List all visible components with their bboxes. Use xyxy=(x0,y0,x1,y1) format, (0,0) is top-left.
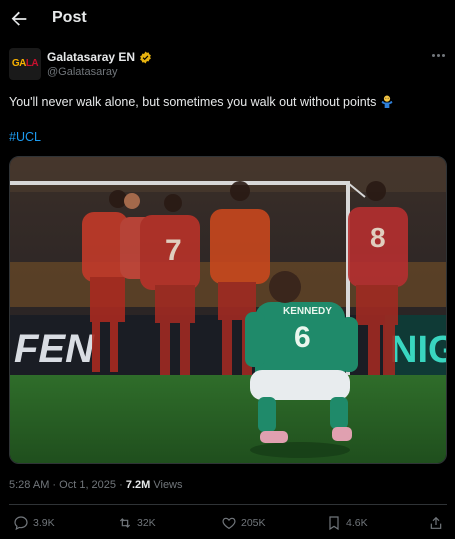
views-label: Views xyxy=(153,479,183,491)
like-count: 205K xyxy=(241,517,266,529)
avatar[interactable]: GALA xyxy=(9,48,41,80)
page-title: Post xyxy=(52,9,87,26)
share-icon xyxy=(430,516,442,529)
author-handle[interactable]: @Galatasaray xyxy=(47,66,117,78)
like-button[interactable]: 205K xyxy=(221,512,266,534)
repost-button[interactable]: 32K xyxy=(117,512,156,534)
views-count: 7.2M xyxy=(125,479,151,491)
back-arrow-icon[interactable] xyxy=(8,8,30,30)
tweet-text-body: You'll never walk alone, but sometimes y… xyxy=(9,95,377,109)
player-number: 6 xyxy=(294,321,311,354)
author-name-row: Galatasaray EN xyxy=(47,49,152,65)
post-time[interactable]: 5:28 AM xyxy=(9,479,49,491)
avatar-logo: GALA xyxy=(11,58,39,69)
jersey-number-left: 7 xyxy=(165,234,182,267)
post-metadata: 5:28 AM · Oct 1, 2025 · 7.2M Views xyxy=(9,479,183,491)
verified-badge-icon xyxy=(140,51,151,63)
jersey-number-right: 8 xyxy=(370,222,386,253)
more-options-icon[interactable] xyxy=(432,54,448,60)
heart-icon xyxy=(222,517,236,530)
share-button[interactable] xyxy=(428,512,444,534)
divider xyxy=(9,504,447,505)
bookmark-count: 4.6K xyxy=(346,517,368,529)
reply-count: 3.9K xyxy=(33,517,55,529)
author-display-name[interactable]: Galatasaray EN xyxy=(47,50,135,64)
tweet-media-image[interactable]: FEN NIG 7 xyxy=(9,156,447,464)
repost-icon xyxy=(119,518,131,528)
tweet-text: You'll never walk alone, but sometimes y… xyxy=(9,94,395,109)
meta-separator-2: · xyxy=(119,479,123,491)
meta-separator: · xyxy=(52,479,57,491)
post-date[interactable]: Oct 1, 2025 xyxy=(59,479,116,491)
player-name-text: KENNEDY xyxy=(283,306,332,317)
top-bar: Post xyxy=(0,0,455,38)
ad-board-right-text: NIG xyxy=(390,329,447,371)
bookmark-icon xyxy=(329,516,339,531)
ad-board-left-text: FEN xyxy=(14,327,95,371)
football-photo: FEN NIG 7 xyxy=(10,157,447,463)
repost-count: 32K xyxy=(137,517,156,529)
reply-icon xyxy=(14,516,28,531)
bookmark-button[interactable]: 4.6K xyxy=(326,512,368,534)
action-bar: 3.9K 32K 205K 4.6K xyxy=(0,512,455,534)
hashtag-link[interactable]: #UCL xyxy=(9,130,41,144)
reply-button[interactable]: 3.9K xyxy=(13,512,55,534)
shrug-emoji-icon xyxy=(381,95,393,108)
